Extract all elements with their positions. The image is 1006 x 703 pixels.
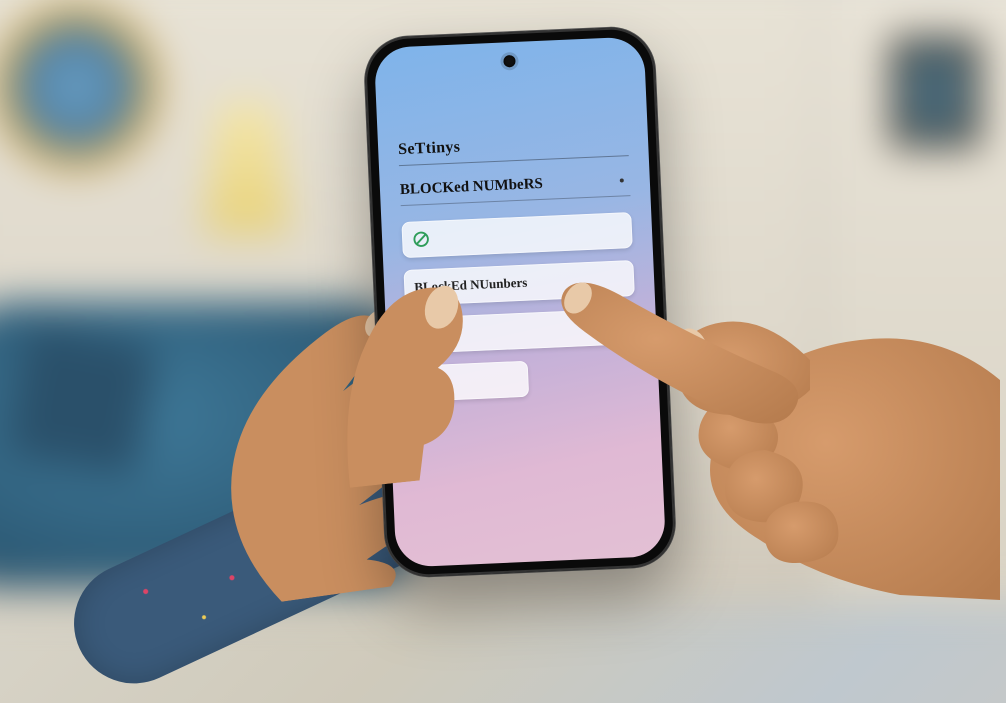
settings-heading[interactable]: SeTtinys: [398, 131, 629, 166]
more-dot-icon: [620, 178, 624, 182]
left-thumb: [327, 252, 509, 488]
block-icon: [412, 230, 431, 249]
section-label: BLOCKed NUMbeRS: [400, 176, 543, 198]
blocked-numbers-heading[interactable]: BLOCKed NUMbeRS: [399, 164, 630, 206]
right-hand: [560, 240, 1000, 600]
